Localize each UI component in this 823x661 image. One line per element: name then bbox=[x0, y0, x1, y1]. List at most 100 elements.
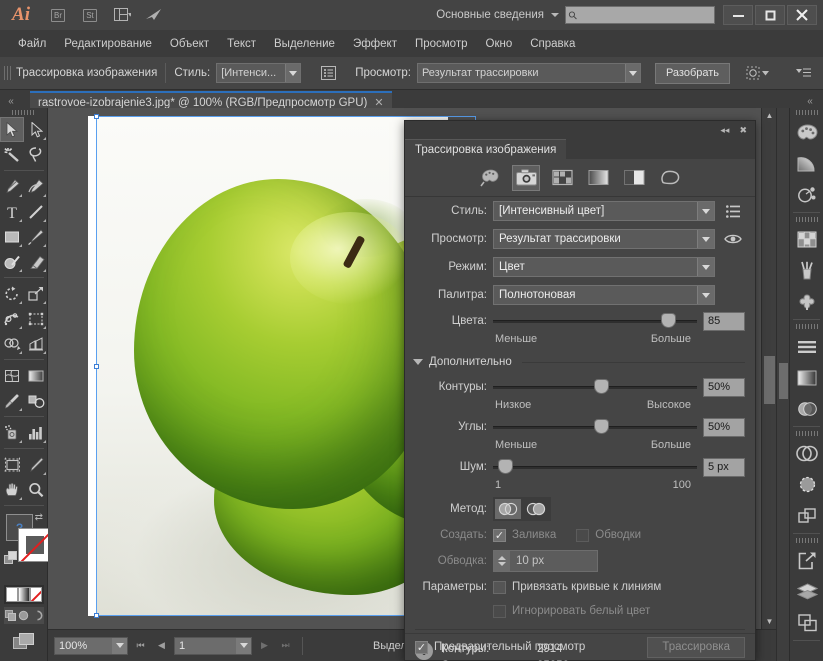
trace-button[interactable]: Трассировка bbox=[647, 637, 745, 658]
gradient-mode-swatch[interactable] bbox=[18, 587, 30, 602]
scale-tool[interactable] bbox=[24, 281, 48, 306]
bridge-icon[interactable]: Br bbox=[45, 5, 71, 25]
noise-slider-handle[interactable] bbox=[499, 460, 512, 473]
direct-selection-tool[interactable] bbox=[24, 117, 48, 142]
preset-grayscale-icon[interactable] bbox=[584, 165, 612, 191]
menu-window[interactable]: Окно bbox=[477, 35, 522, 53]
maximize-button[interactable] bbox=[755, 5, 785, 25]
selection-tool[interactable] bbox=[0, 117, 24, 142]
behance-icon[interactable] bbox=[141, 5, 167, 25]
align-panel-icon[interactable] bbox=[790, 500, 823, 531]
slice-tool[interactable] bbox=[24, 452, 48, 477]
lasso-tool[interactable] bbox=[24, 142, 48, 167]
canvas-vertical-scrollbar[interactable]: ▲ ▼ bbox=[761, 108, 776, 629]
preview-checkbox[interactable]: ✓ bbox=[415, 641, 428, 654]
swap-fill-stroke-icon[interactable]: ⇄ bbox=[35, 512, 43, 523]
trace-style-dropdown[interactable]: [Интенсивный цвет] bbox=[493, 201, 715, 221]
chevron-down-icon[interactable] bbox=[697, 202, 714, 220]
style-dropdown[interactable]: [Интенси... bbox=[216, 63, 301, 83]
preview-dropdown[interactable]: Результат трассировки bbox=[417, 63, 641, 83]
dock-group-grip[interactable] bbox=[790, 108, 823, 117]
close-button[interactable] bbox=[787, 5, 817, 25]
transform-panel-icon[interactable] bbox=[790, 469, 823, 500]
chevron-down-icon[interactable] bbox=[697, 286, 714, 304]
fills-checkbox[interactable]: ✓ bbox=[493, 529, 506, 542]
chevron-down-icon[interactable] bbox=[112, 638, 127, 654]
eye-icon[interactable] bbox=[721, 233, 745, 245]
stroke-panel-icon[interactable] bbox=[790, 331, 823, 362]
minimize-button[interactable] bbox=[723, 5, 753, 25]
next-page-icon[interactable]: ▶ bbox=[256, 637, 273, 655]
arrange-documents-icon[interactable] bbox=[109, 5, 135, 25]
tab-image-trace[interactable]: Трассировка изображения bbox=[405, 139, 566, 159]
corners-slider-handle[interactable] bbox=[595, 420, 608, 433]
brushes-panel-icon[interactable] bbox=[790, 255, 823, 286]
scrollbar-thumb[interactable] bbox=[779, 363, 788, 399]
line-segment-tool[interactable] bbox=[24, 199, 48, 224]
perspective-grid-tool[interactable] bbox=[24, 331, 48, 356]
menu-help[interactable]: Справка bbox=[521, 35, 584, 53]
color-guide-panel-icon[interactable] bbox=[790, 148, 823, 179]
free-transform-tool[interactable] bbox=[24, 306, 48, 331]
corners-slider[interactable] bbox=[493, 419, 697, 435]
noise-value-field[interactable]: 5 px bbox=[703, 458, 745, 477]
advanced-section-toggle[interactable]: Дополнительно bbox=[405, 349, 755, 371]
transparency-panel-icon[interactable] bbox=[790, 393, 823, 424]
zoom-level-field[interactable]: 100% bbox=[54, 637, 128, 655]
appearance-panel-icon[interactable] bbox=[790, 438, 823, 469]
tools-panel-grip[interactable] bbox=[0, 108, 47, 117]
change-screen-mode-icon[interactable] bbox=[11, 630, 37, 652]
first-page-icon[interactable]: ⏮ bbox=[132, 637, 149, 655]
artboards-panel-icon[interactable] bbox=[790, 607, 823, 638]
dock-group-grip[interactable] bbox=[790, 429, 823, 438]
dock-group-grip[interactable] bbox=[790, 536, 823, 545]
corners-value-field[interactable]: 50% bbox=[703, 418, 745, 437]
gradient-panel-icon[interactable] bbox=[790, 362, 823, 393]
strokes-checkbox[interactable] bbox=[576, 529, 589, 542]
column-graph-tool[interactable] bbox=[24, 420, 48, 445]
color-mode-swatch[interactable] bbox=[6, 587, 18, 602]
zoom-tool[interactable] bbox=[24, 477, 48, 502]
trace-palette-dropdown[interactable]: Полнотоновая bbox=[493, 285, 715, 305]
selection-handle[interactable] bbox=[94, 364, 99, 369]
isolate-selection-icon[interactable] bbox=[744, 62, 772, 84]
preset-black-and-white-icon[interactable] bbox=[620, 165, 648, 191]
collapse-to-icons-icon[interactable]: ◂◂ bbox=[720, 125, 729, 136]
chevron-down-icon[interactable] bbox=[236, 638, 251, 654]
graphic-styles-panel-icon[interactable] bbox=[790, 179, 823, 210]
selection-handle[interactable] bbox=[94, 613, 99, 618]
control-panel-menu-icon[interactable] bbox=[793, 62, 815, 84]
paintbrush-tool[interactable] bbox=[24, 224, 48, 249]
preset-menu-icon[interactable] bbox=[721, 205, 745, 218]
ignore-white-checkbox[interactable] bbox=[493, 605, 506, 618]
stroke-stepper[interactable] bbox=[494, 551, 510, 571]
trace-view-dropdown[interactable]: Результат трассировки bbox=[493, 229, 715, 249]
rectangle-tool[interactable] bbox=[0, 224, 24, 249]
symbol-sprayer-tool[interactable] bbox=[0, 420, 24, 445]
noise-slider[interactable] bbox=[493, 459, 697, 475]
none-mode-swatch[interactable] bbox=[30, 587, 42, 602]
chevron-down-icon[interactable] bbox=[697, 230, 714, 248]
asset-export-panel-icon[interactable] bbox=[790, 545, 823, 576]
snap-curves-checkbox[interactable] bbox=[493, 581, 506, 594]
artboard-tool[interactable] bbox=[0, 452, 24, 477]
stock-icon[interactable]: St bbox=[77, 5, 103, 25]
menu-file[interactable]: Файл bbox=[9, 35, 55, 53]
menu-edit[interactable]: Редактирование bbox=[55, 35, 161, 53]
paths-slider[interactable] bbox=[493, 379, 697, 395]
chevron-down-icon[interactable] bbox=[697, 258, 714, 276]
colors-slider-handle[interactable] bbox=[662, 314, 675, 327]
chevron-down-icon[interactable] bbox=[625, 64, 640, 82]
colors-value-field[interactable]: 85 bbox=[703, 312, 745, 331]
preset-high-color-icon[interactable] bbox=[512, 165, 540, 191]
method-overlapping-icon[interactable] bbox=[523, 499, 549, 519]
menu-effect[interactable]: Эффект bbox=[344, 35, 406, 53]
menu-view[interactable]: Просмотр bbox=[406, 35, 477, 53]
fill-swatch-none[interactable] bbox=[18, 528, 52, 562]
workspace-switcher[interactable]: Основные сведения bbox=[436, 9, 565, 21]
scrollbar-thumb[interactable] bbox=[764, 356, 775, 404]
preset-auto-color-icon[interactable] bbox=[476, 165, 504, 191]
paths-value-field[interactable]: 50% bbox=[703, 378, 745, 397]
draw-normal-icon[interactable] bbox=[5, 610, 16, 621]
chevron-down-icon[interactable] bbox=[285, 64, 300, 82]
